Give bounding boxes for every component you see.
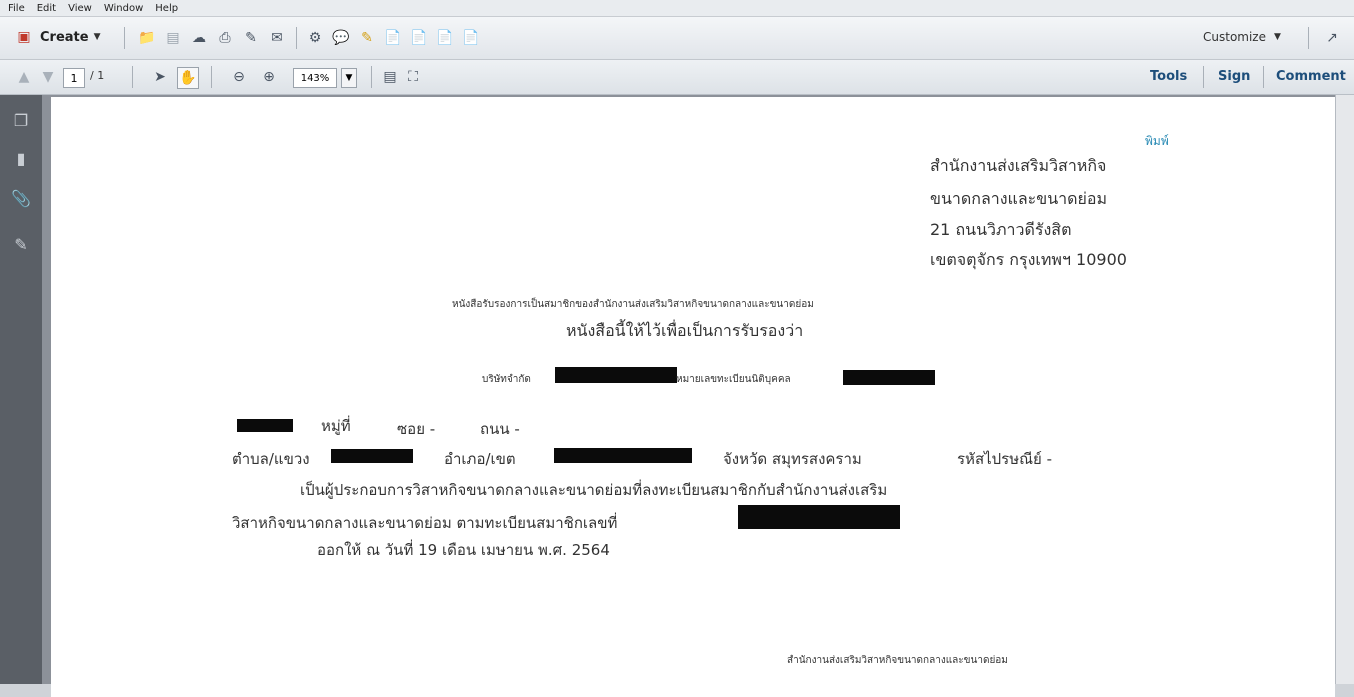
- issued-date: ออกให้ ณ วันที่ 19 เดือน เมษายน พ.ศ. 256…: [317, 541, 610, 559]
- next-page-icon[interactable]: ▼: [38, 67, 58, 87]
- navigation-pane: ❐ ▮ 📎 ✎: [0, 95, 42, 684]
- gear-icon[interactable]: ⚙: [305, 28, 325, 48]
- redaction-bar: [555, 367, 677, 383]
- expand-icon[interactable]: ↗: [1322, 28, 1342, 48]
- address-province: จังหวัด สมุทรสงคราม: [723, 450, 862, 468]
- zoom-in-icon[interactable]: ⊕: [259, 67, 279, 87]
- separator: [1203, 66, 1204, 88]
- address-tambon: ตำบล/แขวง: [232, 450, 310, 468]
- chevron-down-icon: ▼: [93, 32, 101, 42]
- address-line-2: ขนาดกลางและขนาดย่อม: [930, 189, 1108, 208]
- customize-button[interactable]: Customize ▼: [1203, 30, 1281, 44]
- redaction-bar: [843, 370, 935, 385]
- menu-view[interactable]: View: [68, 3, 92, 14]
- address-road: ถนน -: [480, 420, 520, 438]
- address-moo: หมู่ที่: [321, 417, 351, 435]
- save-icon[interactable]: ▤: [163, 28, 183, 48]
- menu-window[interactable]: Window: [104, 3, 143, 14]
- cloud-upload-icon[interactable]: ☁: [189, 28, 209, 48]
- redaction-bar: [554, 448, 692, 463]
- print-icon[interactable]: ⎙: [215, 28, 235, 48]
- address-line-3: 21 ถนนวิภาวดีรังสิต: [930, 220, 1072, 239]
- separator: [211, 66, 212, 88]
- menu-bar: File Edit View Window Help: [0, 0, 1354, 17]
- certificate-heading: หนังสือรับรองการเป็นสมาชิกของสำนักงานส่ง…: [452, 299, 814, 310]
- main-toolbar: ▣ Create ▼ 📁 ▤ ☁ ⎙ ✎ ✉ ⚙ 💬 ✎ 📄 📄 📄 📄 Cus…: [0, 17, 1354, 60]
- attachment-icon[interactable]: 📎: [11, 187, 31, 209]
- menu-help[interactable]: Help: [155, 3, 178, 14]
- page-number-input[interactable]: 1: [63, 68, 85, 88]
- certificate-subheading: หนังสือนี้ให้ไว้เพื่อเป็นการรับรองว่า: [566, 321, 804, 340]
- document-export-icon[interactable]: 📄: [435, 28, 455, 48]
- separator: [132, 66, 133, 88]
- create-pdf-icon: ▣: [17, 29, 31, 45]
- document-search-icon[interactable]: 📄: [409, 28, 429, 48]
- signature-icon[interactable]: ✎: [11, 233, 31, 255]
- document-viewer: พิมพ์ สำนักงานส่งเสริมวิสาหกิจ ขนาดกลางแ…: [42, 95, 1354, 697]
- registration-label: หมายเลขทะเบียนนิติบุคคล: [676, 374, 791, 385]
- bookmark-icon[interactable]: ▮: [11, 147, 31, 169]
- pdf-page: พิมพ์ สำนักงานส่งเสริมวิสาหกิจ ขนาดกลางแ…: [51, 97, 1335, 697]
- document-icon[interactable]: 📄: [383, 28, 403, 48]
- navigation-toolbar: ▲ ▼ 1 / 1 ➤ ✋ ⊖ ⊕ 143% ▼ ▤ ⛶ Tools Sign …: [0, 60, 1354, 95]
- print-link[interactable]: พิมพ์: [1145, 132, 1169, 151]
- zoom-out-icon[interactable]: ⊖: [229, 67, 249, 87]
- vertical-scrollbar[interactable]: [1335, 95, 1354, 684]
- address-soi: ซอย -: [397, 420, 436, 438]
- fullscreen-icon[interactable]: ⛶: [403, 67, 423, 87]
- hand-tool-icon[interactable]: ✋: [177, 67, 199, 89]
- customize-label: Customize: [1203, 30, 1266, 44]
- menu-edit[interactable]: Edit: [37, 3, 56, 14]
- certificate-body-line-2: วิสาหกิจขนาดกลางและขนาดย่อม ตามทะเบียนสม…: [232, 514, 618, 532]
- address-amphoe: อำเภอ/เขต: [444, 450, 516, 468]
- address-line-1: สำนักงานส่งเสริมวิสาหกิจ: [930, 156, 1107, 175]
- page-thumbnails-icon[interactable]: ❐: [11, 109, 31, 131]
- document-sign-icon[interactable]: 📄: [461, 28, 481, 48]
- create-button[interactable]: ▣ Create ▼: [14, 27, 101, 47]
- email-icon[interactable]: ✉: [267, 28, 287, 48]
- separator: [1263, 66, 1264, 88]
- tab-tools[interactable]: Tools: [1150, 69, 1187, 84]
- redaction-bar: [738, 505, 900, 529]
- select-cursor-icon[interactable]: ➤: [150, 67, 170, 87]
- address-postcode: รหัสไปรษณีย์ -: [957, 450, 1052, 468]
- highlight-icon[interactable]: ✎: [357, 28, 377, 48]
- separator: [371, 66, 372, 88]
- tab-sign[interactable]: Sign: [1218, 69, 1250, 84]
- menu-file[interactable]: File: [8, 3, 25, 14]
- open-folder-icon[interactable]: 📁: [137, 28, 157, 48]
- zoom-dropdown-icon[interactable]: ▼: [341, 68, 357, 88]
- separator: [296, 27, 297, 49]
- redaction-bar: [331, 449, 413, 463]
- edit-icon[interactable]: ✎: [241, 28, 261, 48]
- page-total: / 1: [90, 69, 105, 82]
- separator: [124, 27, 125, 49]
- tab-comment[interactable]: Comment: [1276, 69, 1346, 84]
- address-line-4: เขตจตุจักร กรุงเทพฯ 10900: [930, 250, 1127, 269]
- create-label: Create: [40, 29, 89, 45]
- previous-page-icon[interactable]: ▲: [14, 67, 34, 87]
- separator: [1308, 27, 1309, 49]
- company-label: บริษัทจำกัด: [482, 374, 531, 385]
- redaction-bar: [237, 419, 293, 432]
- fit-page-icon[interactable]: ▤: [380, 67, 400, 87]
- comment-bubble-icon[interactable]: 💬: [331, 28, 351, 48]
- chevron-down-icon: ▼: [1274, 32, 1281, 42]
- certificate-body-line-1: เป็นผู้ประกอบการวิสาหกิจขนาดกลางและขนาดย…: [300, 481, 888, 499]
- zoom-level-select[interactable]: 143%: [293, 68, 337, 88]
- footer-organization: สำนักงานส่งเสริมวิสาหกิจขนาดกลางและขนาดย…: [787, 655, 1008, 666]
